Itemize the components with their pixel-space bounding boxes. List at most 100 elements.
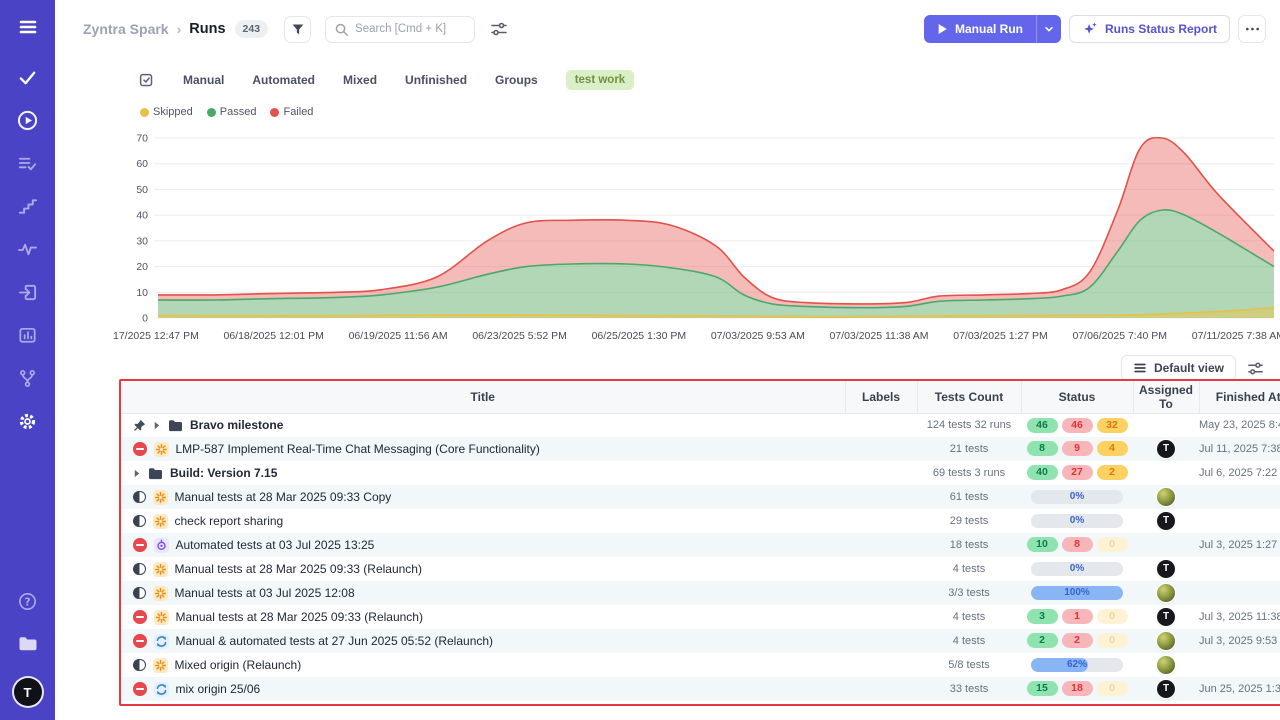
- run-title-link[interactable]: Manual tests at 28 Mar 2025 09:33 (Relau…: [176, 610, 423, 624]
- breadcrumb-project[interactable]: Zyntra Spark: [83, 21, 169, 37]
- failed-count-badge: 8: [1062, 537, 1093, 552]
- x-axis-label: 07/11/2025 7:38 AM: [1192, 330, 1280, 342]
- filter-button[interactable]: [284, 16, 311, 43]
- legend-passed[interactable]: Passed: [207, 106, 257, 118]
- column-header-assigned-to[interactable]: Assigned To: [1133, 381, 1199, 413]
- svg-text:20: 20: [136, 261, 148, 273]
- passed-count-badge: 10: [1027, 537, 1058, 552]
- test-cases-list-icon[interactable]: [15, 150, 41, 176]
- runs-status-report-button[interactable]: Runs Status Report: [1069, 15, 1230, 43]
- labels-cell: [845, 461, 917, 485]
- search-box[interactable]: [325, 16, 475, 43]
- expand-caret-icon[interactable]: [153, 421, 161, 430]
- run-row[interactable]: LMP-587 Implement Real-Time Chat Messagi…: [121, 437, 1280, 461]
- milestones-steps-icon[interactable]: [15, 193, 41, 219]
- run-title-group: Automated tests at 03 Jul 2025 13:25: [133, 538, 845, 553]
- settings-gear-icon[interactable]: [15, 408, 41, 434]
- finished-at-cell: Jun 25, 2025 1:30 PM: [1199, 677, 1280, 701]
- column-header-labels[interactable]: Labels: [845, 381, 917, 413]
- mixed-origin-icon: [154, 634, 169, 649]
- column-header-tests-count[interactable]: Tests Count: [917, 381, 1021, 413]
- run-title-link[interactable]: Manual & automated tests at 27 Jun 2025 …: [176, 634, 494, 648]
- search-settings-sliders-icon[interactable]: [490, 20, 508, 38]
- user-avatar[interactable]: T: [14, 678, 42, 706]
- run-row[interactable]: Manual tests at 28 Mar 2025 09:33 (Relau…: [121, 605, 1280, 629]
- run-title-link[interactable]: Automated tests at 03 Jul 2025 13:25: [176, 538, 375, 552]
- run-title-link[interactable]: Bravo milestone: [190, 418, 283, 432]
- column-header-title[interactable]: Title: [121, 381, 845, 413]
- tests-count-cell: 21 tests: [917, 437, 1021, 461]
- status-cell: 100%: [1021, 581, 1133, 605]
- run-title-link[interactable]: Manual tests at 28 Mar 2025 09:33 Copy: [175, 490, 392, 504]
- import-icon[interactable]: [15, 279, 41, 305]
- tab-automated[interactable]: Automated: [252, 73, 315, 87]
- run-title-link[interactable]: Manual tests at 03 Jul 2025 12:08: [175, 586, 355, 600]
- x-axis-label: 07/03/2025 9:53 AM: [711, 330, 805, 342]
- tab-unfinished[interactable]: Unfinished: [405, 73, 467, 87]
- svg-text:40: 40: [136, 210, 148, 222]
- run-title-link[interactable]: mix origin 25/06: [176, 682, 261, 696]
- view-settings-sliders-icon[interactable]: [1247, 360, 1264, 377]
- manual-run-button[interactable]: Manual Run: [924, 15, 1036, 43]
- finished-at-cell: [1199, 557, 1280, 581]
- progress-label: 0%: [1031, 562, 1123, 576]
- active-filter-badge[interactable]: test work: [566, 70, 635, 90]
- bulk-select-icon[interactable]: [138, 72, 155, 89]
- run-row[interactable]: Mixed origin (Relaunch)5/8 tests62%: [121, 653, 1280, 677]
- manual-run-label: Manual Run: [955, 22, 1023, 36]
- runs-table-container: TitleLabelsTests CountStatusAssigned ToF…: [121, 381, 1280, 701]
- column-header-status[interactable]: Status: [1021, 381, 1133, 413]
- status-cell: 40272: [1021, 461, 1133, 485]
- in-progress-status-icon: [133, 659, 146, 672]
- status-badges: 15180: [1027, 681, 1128, 696]
- legend-failed[interactable]: Failed: [270, 106, 313, 118]
- activity-pulse-icon[interactable]: [15, 236, 41, 262]
- column-header-finished-at[interactable]: Finished At: [1199, 381, 1280, 413]
- run-row[interactable]: Manual tests at 28 Mar 2025 09:33 (Relau…: [121, 557, 1280, 581]
- assigned-to-cell: T: [1133, 557, 1199, 581]
- x-axis-label: 06/23/2025 5:52 PM: [472, 330, 567, 342]
- more-actions-button[interactable]: [1238, 15, 1266, 43]
- manual-origin-icon: [153, 514, 168, 529]
- run-title-link[interactable]: check report sharing: [175, 514, 284, 528]
- run-row[interactable]: Automated tests at 03 Jul 2025 13:2518 t…: [121, 533, 1280, 557]
- search-input[interactable]: [355, 23, 465, 35]
- run-title-link[interactable]: Mixed origin (Relaunch): [175, 658, 302, 672]
- pin-icon: [133, 419, 146, 432]
- run-row[interactable]: Manual & automated tests at 27 Jun 2025 …: [121, 629, 1280, 653]
- help-icon[interactable]: ?: [15, 588, 41, 614]
- funnel-icon: [290, 21, 306, 37]
- progress-bar: 0%: [1031, 490, 1123, 504]
- versions-branch-icon[interactable]: [15, 365, 41, 391]
- run-title-group: LMP-587 Implement Real-Time Chat Messagi…: [133, 442, 845, 457]
- run-title-link[interactable]: Manual tests at 28 Mar 2025 09:33 (Relau…: [175, 562, 422, 576]
- run-row[interactable]: Bravo milestone124 tests 32 runs464632Ma…: [121, 413, 1280, 437]
- status-badges: 310: [1027, 609, 1128, 624]
- tab-manual[interactable]: Manual: [183, 73, 224, 87]
- legend-dot-icon: [270, 108, 279, 117]
- expand-caret-icon[interactable]: [133, 469, 141, 478]
- legend-skipped[interactable]: Skipped: [140, 106, 193, 118]
- menu-icon[interactable]: [15, 14, 41, 40]
- run-row[interactable]: mix origin 25/0633 tests15180TJun 25, 20…: [121, 677, 1280, 701]
- assignee-avatar: T: [1157, 512, 1175, 530]
- assigned-to-cell: [1133, 461, 1199, 485]
- documents-folder-icon[interactable]: [15, 631, 41, 657]
- run-title-link[interactable]: LMP-587 Implement Real-Time Chat Messagi…: [176, 442, 540, 456]
- manual-run-dropdown-button[interactable]: [1036, 15, 1061, 43]
- tasks-check-icon[interactable]: [15, 64, 41, 90]
- run-row[interactable]: Manual tests at 28 Mar 2025 09:33 Copy61…: [121, 485, 1280, 509]
- reports-chart-icon[interactable]: [15, 322, 41, 348]
- default-view-button[interactable]: Default view: [1121, 355, 1236, 381]
- tab-mixed[interactable]: Mixed: [343, 73, 377, 87]
- skipped-count-badge: 4: [1097, 441, 1128, 456]
- run-title-link[interactable]: Build: Version 7.15: [170, 466, 277, 480]
- run-row[interactable]: Manual tests at 03 Jul 2025 12:083/3 tes…: [121, 581, 1280, 605]
- run-row[interactable]: Build: Version 7.1569 tests 3 runs40272J…: [121, 461, 1280, 485]
- runs-play-icon[interactable]: [15, 107, 41, 133]
- tab-groups[interactable]: Groups: [495, 73, 538, 87]
- run-row[interactable]: check report sharing29 tests0%T: [121, 509, 1280, 533]
- table-body: Bravo milestone124 tests 32 runs464632Ma…: [121, 413, 1280, 701]
- folder-icon: [148, 467, 163, 480]
- manual-origin-icon: [153, 562, 168, 577]
